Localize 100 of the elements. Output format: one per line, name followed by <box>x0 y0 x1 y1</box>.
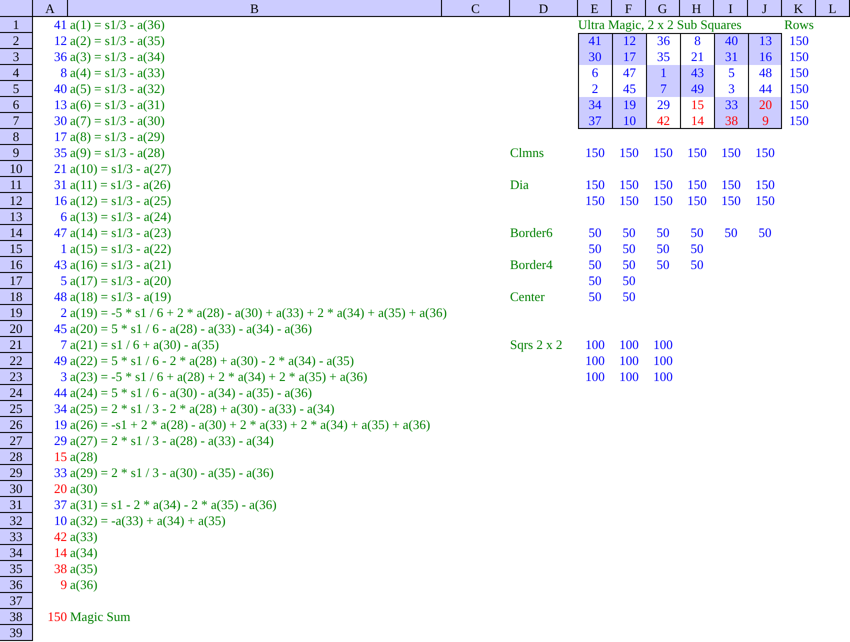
column-header[interactable]: A <box>33 0 68 17</box>
square-cell: 17 <box>612 49 646 65</box>
row-header[interactable]: 11 <box>0 177 33 193</box>
square-title: Ultra Magic, 2 x 2 Sub Squares <box>578 17 743 33</box>
row-sum: 150 <box>788 65 810 81</box>
check-value: 100 <box>584 369 606 385</box>
formula-text: a(35) <box>69 561 98 577</box>
row-header[interactable]: 18 <box>0 289 33 305</box>
row-header[interactable]: 10 <box>0 161 33 177</box>
formula-text: a(10) = s1/3 - a(27) <box>69 161 172 177</box>
row-header[interactable]: 38 <box>0 609 33 625</box>
row-header[interactable]: 30 <box>0 481 33 497</box>
column-header[interactable]: B <box>68 0 442 17</box>
formula-text: a(22) = 5 * s1 / 6 - 2 * a(28) + a(30) - 2 * a(34) - a(35) <box>69 353 355 369</box>
number-value: 42 <box>53 529 68 545</box>
check-value: 50 <box>622 225 636 241</box>
check-value: 150 <box>720 193 742 209</box>
number-value: 48 <box>53 289 68 305</box>
row-header[interactable]: 34 <box>0 545 33 561</box>
formula-text: a(26) = -s1 + 2 * a(28) - a(30) + 2 * a(33) + 2 * a(34) + a(35) + a(36) <box>69 417 432 433</box>
row-header[interactable]: 23 <box>0 369 33 385</box>
formula-text: a(12) = s1/3 - a(25) <box>69 193 172 209</box>
row-header[interactable]: 20 <box>0 321 33 337</box>
square-cell: 40 <box>714 33 748 49</box>
check-value: 50 <box>622 241 636 257</box>
row-header[interactable]: 13 <box>0 209 33 225</box>
row-header[interactable]: 22 <box>0 353 33 369</box>
row-header[interactable]: 8 <box>0 129 33 145</box>
row-header[interactable]: 16 <box>0 257 33 273</box>
number-value: 16 <box>53 193 68 209</box>
row-header[interactable]: 27 <box>0 433 33 449</box>
row-header[interactable]: 28 <box>0 449 33 465</box>
square-cell: 49 <box>680 81 714 97</box>
row-header[interactable]: 15 <box>0 241 33 257</box>
check-value: 50 <box>690 257 704 273</box>
square-cell: 20 <box>748 97 782 113</box>
column-header[interactable]: C <box>442 0 510 17</box>
row-header[interactable]: 31 <box>0 497 33 513</box>
column-header[interactable]: F <box>612 0 646 17</box>
row-sum: 150 <box>788 49 810 65</box>
row-header[interactable]: 29 <box>0 465 33 481</box>
row-header[interactable]: 1 <box>0 17 33 33</box>
number-value: 19 <box>53 417 68 433</box>
square-cell: 12 <box>612 33 646 49</box>
column-header[interactable]: H <box>680 0 714 17</box>
square-cell: 10 <box>612 113 646 129</box>
formula-text: a(15) = s1/3 - a(22) <box>69 241 172 257</box>
row-header[interactable]: 14 <box>0 225 33 241</box>
number-value: 49 <box>53 353 68 369</box>
check-label: Sqrs 2 x 2 <box>510 337 564 353</box>
formula-text: a(8) = s1/3 - a(29) <box>69 129 166 145</box>
row-header[interactable]: 33 <box>0 529 33 545</box>
formula-text: a(16) = s1/3 - a(21) <box>69 257 172 273</box>
row-header[interactable]: 12 <box>0 193 33 209</box>
row-header[interactable]: 9 <box>0 145 33 161</box>
row-header[interactable]: 4 <box>0 65 33 81</box>
check-value: 100 <box>652 369 674 385</box>
square-cell: 7 <box>646 81 680 97</box>
row-header[interactable]: 19 <box>0 305 33 321</box>
number-value: 43 <box>53 257 68 273</box>
check-value: 50 <box>588 289 602 305</box>
row-header[interactable]: 2 <box>0 33 33 49</box>
row-header[interactable]: 21 <box>0 337 33 353</box>
number-value: 38 <box>53 561 68 577</box>
row-header[interactable]: 6 <box>0 97 33 113</box>
row-header[interactable]: 24 <box>0 385 33 401</box>
formula-text: a(30) <box>69 481 98 497</box>
check-value: 50 <box>656 225 670 241</box>
column-header[interactable]: J <box>748 0 782 17</box>
check-value: 150 <box>754 193 776 209</box>
check-label: Border6 <box>510 225 554 241</box>
check-value: 50 <box>622 257 636 273</box>
row-header[interactable]: 32 <box>0 513 33 529</box>
square-cell: 30 <box>578 49 612 65</box>
number-value: 36 <box>53 49 68 65</box>
check-value: 150 <box>652 193 674 209</box>
column-header[interactable]: K <box>782 0 816 17</box>
check-value: 100 <box>618 337 640 353</box>
column-header[interactable]: G <box>646 0 680 17</box>
row-header[interactable]: 25 <box>0 401 33 417</box>
row-header[interactable]: 35 <box>0 561 33 577</box>
row-header[interactable]: 17 <box>0 273 33 289</box>
row-header[interactable]: 5 <box>0 81 33 97</box>
row-header[interactable]: 36 <box>0 577 33 593</box>
column-header[interactable]: L <box>816 0 850 17</box>
row-header[interactable]: 3 <box>0 49 33 65</box>
row-header[interactable]: 26 <box>0 417 33 433</box>
column-header[interactable]: E <box>578 0 612 17</box>
number-value: 45 <box>53 321 68 337</box>
number-value: 37 <box>53 497 68 513</box>
formula-text: a(18) = s1/3 - a(19) <box>69 289 172 305</box>
column-header[interactable]: I <box>714 0 748 17</box>
square-cell: 13 <box>748 33 782 49</box>
row-header[interactable]: 7 <box>0 113 33 129</box>
row-header[interactable]: 37 <box>0 593 33 609</box>
check-label: Dia <box>510 177 530 193</box>
check-value: 150 <box>652 145 674 161</box>
check-value: 50 <box>690 241 704 257</box>
row-header[interactable]: 39 <box>0 625 33 641</box>
column-header[interactable]: D <box>510 0 578 17</box>
